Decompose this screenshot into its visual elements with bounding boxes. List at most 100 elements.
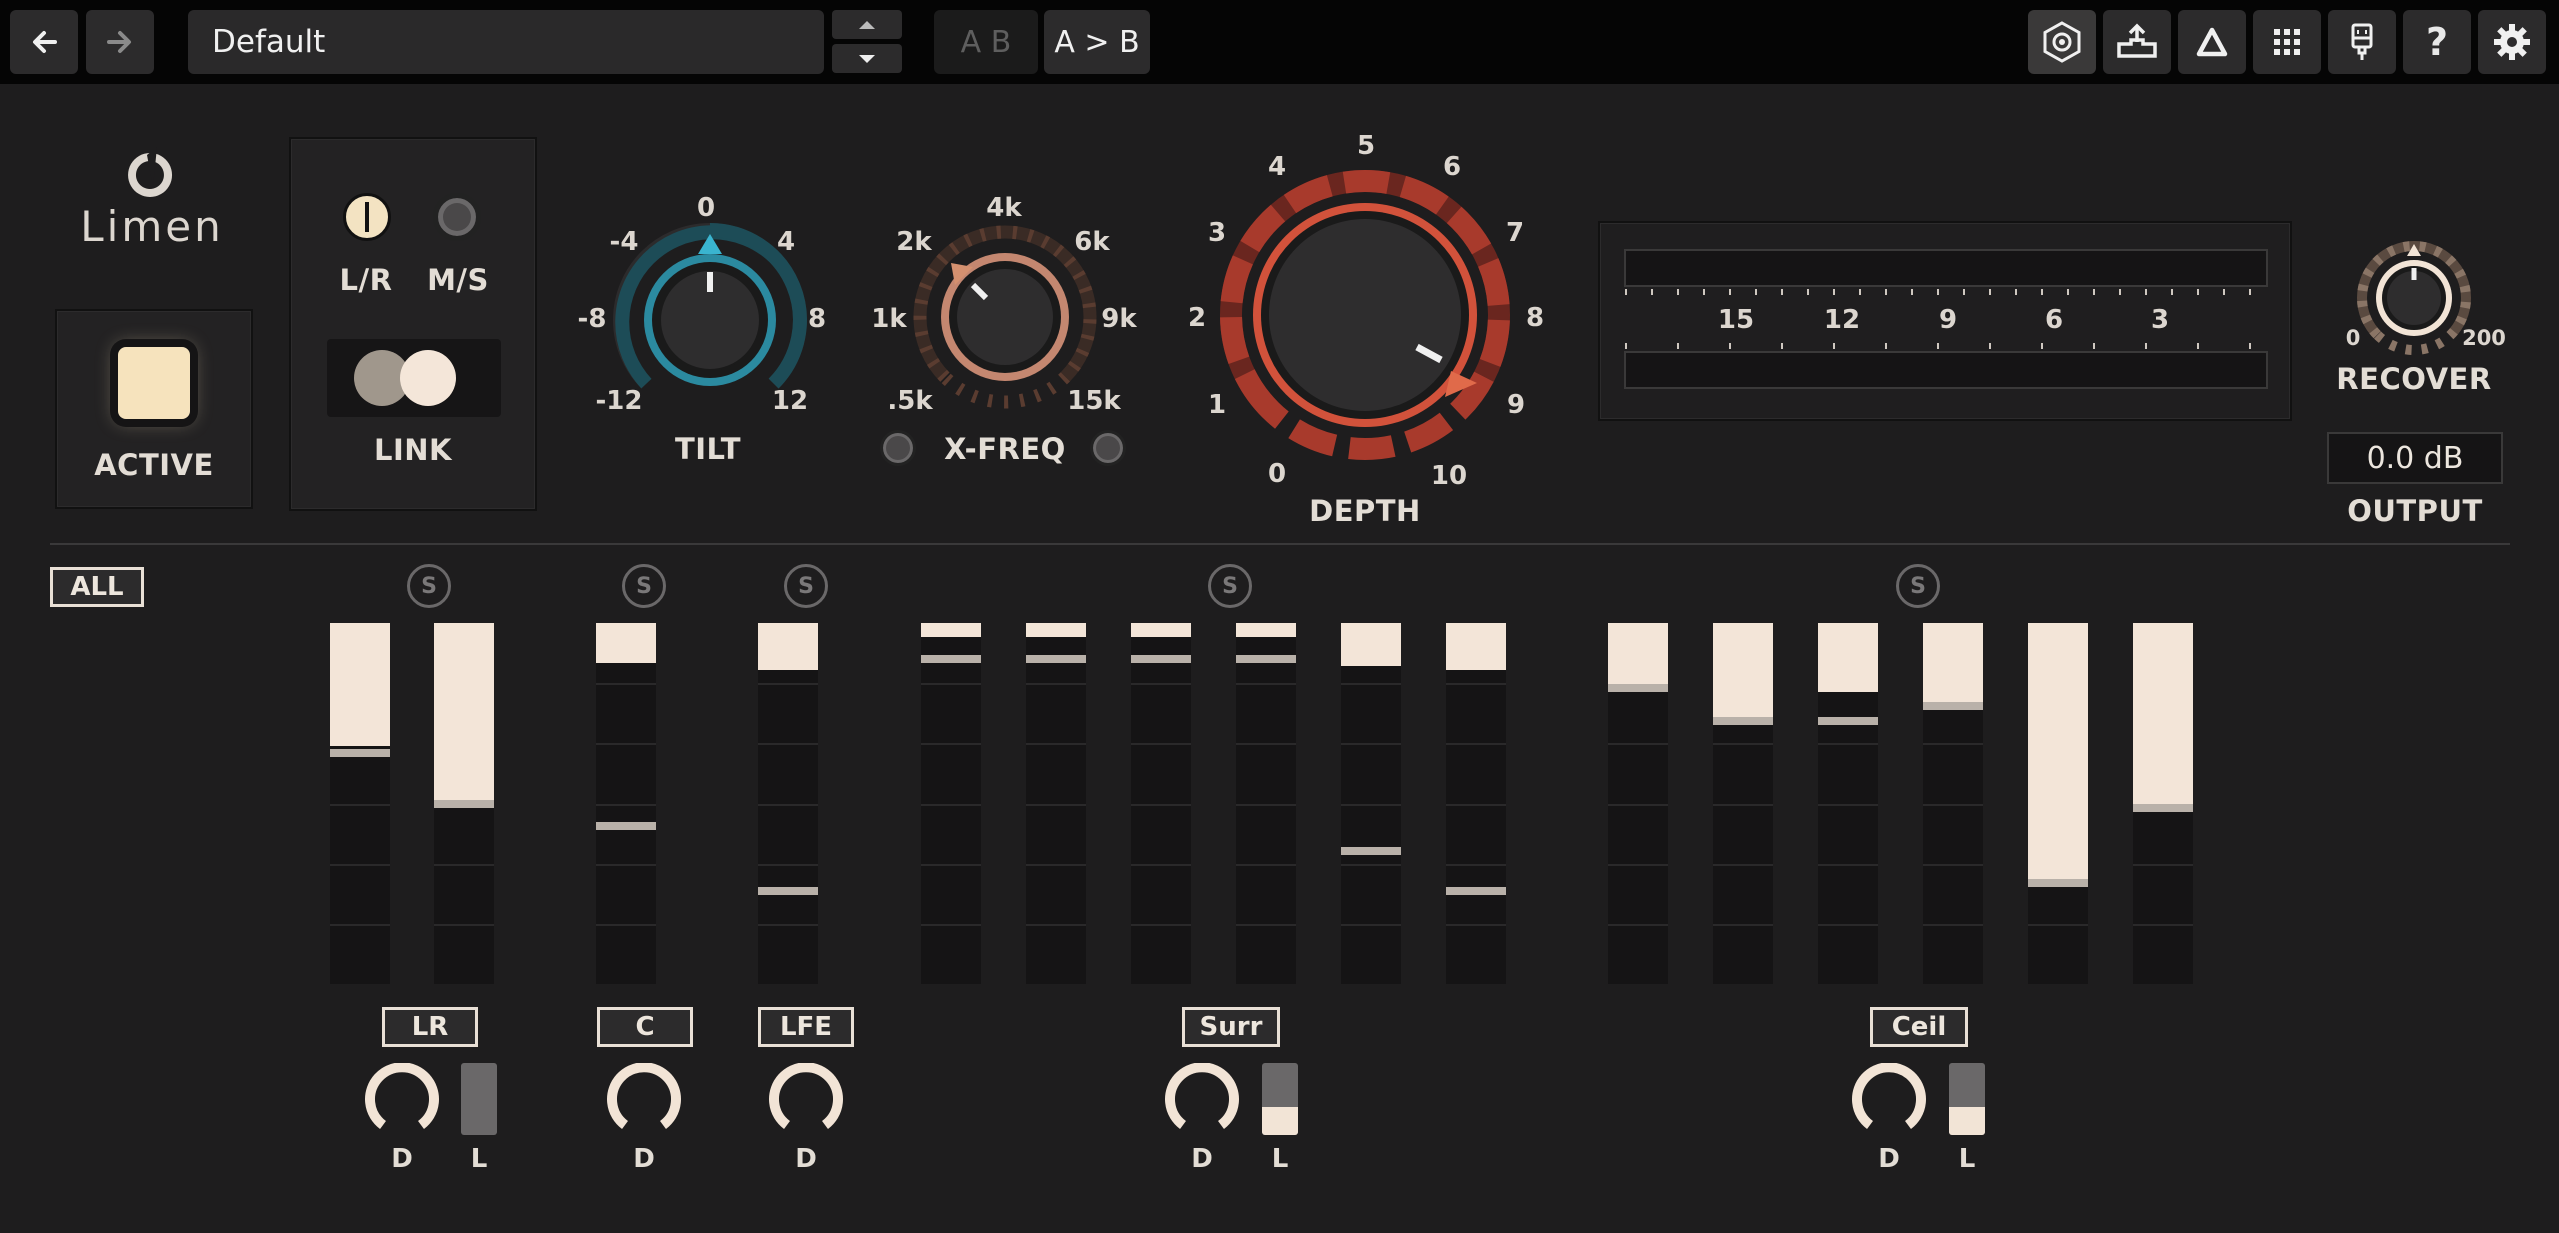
depth-scale-5: 5	[1356, 131, 1376, 161]
meter-gridline	[330, 924, 390, 926]
target-button[interactable]	[2028, 10, 2096, 74]
xfreq-up-button[interactable]	[1090, 430, 1126, 466]
c-depth-ring[interactable]	[606, 1063, 682, 1139]
meter-fill	[1818, 623, 1878, 692]
meter-ceil-5	[2028, 623, 2088, 984]
solo-lfe-button[interactable]: S	[784, 564, 828, 608]
delta-button[interactable]	[2178, 10, 2246, 74]
lr-depth-ring[interactable]	[364, 1063, 440, 1139]
active-button[interactable]	[118, 347, 190, 419]
help-button[interactable]: ?	[2403, 10, 2471, 74]
meter-gridline	[1446, 743, 1506, 745]
meter-gridline	[1131, 864, 1191, 866]
depth-scale-4: 4	[1267, 152, 1287, 182]
solo-label: S	[798, 573, 814, 599]
meter-peak-line	[1923, 702, 1983, 710]
preset-prev-button[interactable]	[832, 10, 902, 39]
preset-selector[interactable]: Default	[188, 10, 824, 74]
meter-peak-line	[1446, 887, 1506, 895]
solo-lr-button[interactable]: S	[407, 564, 451, 608]
group-tag-label: Ceil	[1891, 1012, 1947, 1042]
solo-ceil-button[interactable]: S	[1896, 564, 1940, 608]
group-tag-lr[interactable]: LR	[382, 1007, 478, 1047]
meter-fill	[1923, 623, 1983, 702]
group-tag-ceil[interactable]: Ceil	[1870, 1007, 1968, 1047]
meter-gridline	[1446, 683, 1506, 685]
xfreq-scale-6k: 6k	[1074, 227, 1110, 257]
lr-l-label: L	[470, 1144, 488, 1174]
link-toggle[interactable]	[327, 339, 501, 417]
meter-surr-1	[921, 623, 981, 984]
meter-fill	[2028, 623, 2088, 879]
surr-l-label: L	[1271, 1144, 1289, 1174]
tilt-scale-12: 12	[771, 386, 809, 416]
meter-gridline	[330, 804, 390, 806]
meter-gridline	[1713, 864, 1773, 866]
settings-button[interactable]	[2478, 10, 2546, 74]
meter-gridline	[1923, 743, 1983, 745]
arrow-left-icon	[33, 31, 57, 53]
copy-a-to-b-button[interactable]: A > B	[1044, 10, 1150, 74]
ceil-level-slider[interactable]	[1949, 1063, 1985, 1135]
lr-label: L/R	[339, 263, 393, 297]
meter-gridline	[1608, 743, 1668, 745]
meter-gridline	[1131, 924, 1191, 926]
arrow-right-icon	[107, 31, 131, 53]
meter-gridline	[758, 743, 818, 745]
solo-label: S	[1222, 573, 1238, 599]
grid-button[interactable]	[2253, 10, 2321, 74]
xfreq-scale-1k: 1k	[871, 304, 907, 334]
output-value: 0.0 dB	[2366, 440, 2464, 476]
active-panel: ACTIVE	[55, 309, 253, 509]
surr-depth-ring[interactable]	[1164, 1063, 1240, 1139]
preset-name: Default	[212, 24, 326, 60]
ceil-depth-ring[interactable]	[1851, 1063, 1927, 1139]
group-tag-lfe[interactable]: LFE	[758, 1007, 854, 1047]
group-tag-c[interactable]: C	[597, 1007, 693, 1047]
xfreq-scale-15k: 15k	[1067, 386, 1121, 416]
surr-slider-knob	[1262, 1107, 1298, 1135]
meter-gridline	[330, 864, 390, 866]
plugin-button[interactable]	[2328, 10, 2396, 74]
preset-next-button[interactable]	[832, 44, 902, 73]
meter-surr-5	[1341, 623, 1401, 984]
output-field[interactable]: 0.0 dB	[2327, 432, 2503, 484]
meter-fill	[1713, 623, 1773, 717]
depth-scale-8: 8	[1525, 303, 1545, 333]
export-icon	[2117, 23, 2157, 58]
group-tag-surr[interactable]: Surr	[1182, 1007, 1280, 1047]
redo-button[interactable]	[86, 10, 154, 74]
xfreq-down-button[interactable]	[880, 430, 916, 466]
solo-surr-button[interactable]: S	[1208, 564, 1252, 608]
meter-gridline	[1818, 864, 1878, 866]
tilt-scale-8: 8	[807, 304, 827, 334]
meter-peak-line	[1341, 847, 1401, 855]
meter-peak-line	[1713, 717, 1773, 725]
undo-button[interactable]	[10, 10, 78, 74]
ab-toggle[interactable]: A B	[934, 10, 1038, 74]
ms-button[interactable]	[433, 193, 481, 241]
meter-gridline	[1446, 864, 1506, 866]
meter-scale-3: 3	[2150, 305, 2170, 335]
meter-scale-15: 15	[1717, 305, 1755, 335]
meter-gridline	[1341, 743, 1401, 745]
surr-level-slider[interactable]	[1262, 1063, 1298, 1135]
meter-bar-top	[1624, 249, 2268, 287]
all-button[interactable]: ALL	[50, 567, 144, 607]
depth-scale-2: 2	[1187, 303, 1207, 333]
mode-panel: L/R M/S LINK	[289, 137, 537, 511]
depth-knob[interactable]	[1215, 165, 1515, 465]
export-button[interactable]	[2103, 10, 2171, 74]
solo-c-button[interactable]: S	[622, 564, 666, 608]
ceil-slider-knob	[1949, 1107, 1985, 1135]
surr-d-label: D	[1191, 1144, 1213, 1174]
meter-scale-9: 9	[1938, 305, 1958, 335]
meter-gridline	[1131, 743, 1191, 745]
lr-level-slider[interactable]	[461, 1063, 497, 1135]
lr-button[interactable]	[343, 193, 391, 241]
meter-peak-line	[2028, 879, 2088, 887]
section-divider	[50, 543, 2510, 545]
lfe-depth-ring[interactable]	[768, 1063, 844, 1139]
xfreq-scale-2k: 2k	[896, 227, 932, 257]
meter-fill	[2133, 623, 2193, 804]
